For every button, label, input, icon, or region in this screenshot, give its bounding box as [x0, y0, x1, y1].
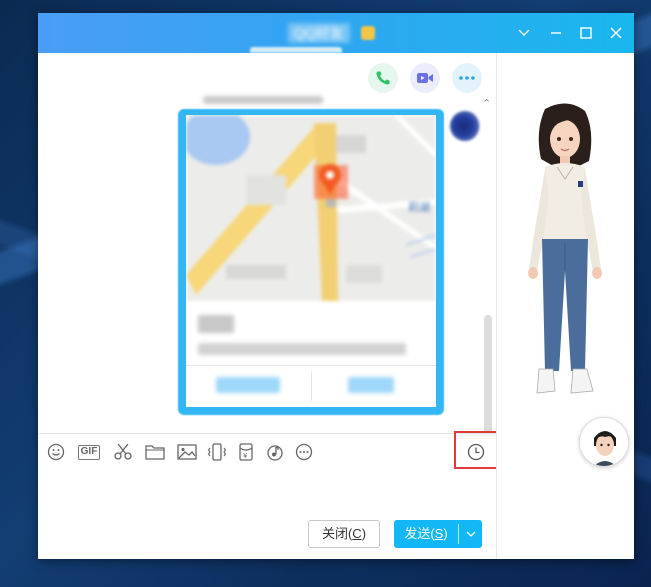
- more-actions-button[interactable]: [452, 63, 482, 93]
- video-icon: [417, 73, 433, 83]
- show-panel: [496, 53, 634, 559]
- gif-icon[interactable]: GIF: [76, 441, 102, 463]
- minimize-icon[interactable]: [546, 23, 566, 43]
- my-avatar[interactable]: [579, 417, 629, 467]
- maximize-icon[interactable]: [576, 23, 596, 43]
- red-packet-icon[interactable]: ¥: [236, 441, 256, 463]
- close-shortcut-key: C: [352, 526, 362, 541]
- watermark-text: 百度经验: [577, 531, 626, 545]
- send-label[interactable]: 发送(S): [394, 520, 458, 548]
- sender-avatar[interactable]: [450, 111, 480, 141]
- title-bar[interactable]: QQ好友: [38, 13, 634, 53]
- history-highlight-box: [454, 431, 499, 469]
- close-button[interactable]: 关闭(C): [308, 520, 380, 548]
- svg-text:¥: ¥: [243, 452, 248, 460]
- send-label-tail: ): [443, 526, 448, 541]
- close-icon[interactable]: [606, 23, 626, 43]
- card-button-divider: [311, 371, 312, 401]
- more-dots-icon: [459, 76, 475, 80]
- collapse-icon[interactable]: ⌃: [482, 97, 491, 110]
- folder-icon[interactable]: [144, 441, 166, 463]
- more-tools-icon[interactable]: [294, 441, 314, 463]
- close-label: 关闭(: [321, 526, 353, 541]
- emoji-icon[interactable]: [46, 441, 66, 463]
- watermark-logo-icon: [560, 530, 574, 545]
- close-label-tail: ): [361, 526, 367, 541]
- send-button[interactable]: 发送(S): [394, 520, 482, 548]
- place-name: [198, 315, 234, 333]
- online-status-icon: [361, 26, 375, 40]
- send-options-chevron-icon[interactable]: [459, 520, 482, 548]
- location-card[interactable]: 莉湖: [186, 115, 436, 407]
- chat-history[interactable]: ⌃ 莉湖: [38, 53, 496, 467]
- message-timestamp: [203, 96, 323, 104]
- send-label-text: 发送(: [404, 526, 435, 541]
- map-preview[interactable]: 莉湖: [186, 115, 436, 301]
- qq-show-character[interactable]: [515, 101, 615, 431]
- shake-icon[interactable]: [206, 441, 228, 463]
- scissors-icon[interactable]: [112, 441, 134, 463]
- gif-label: GIF: [77, 444, 101, 460]
- card-divider: [186, 365, 436, 366]
- minimize-list-icon[interactable]: [514, 23, 534, 43]
- music-icon[interactable]: [264, 441, 286, 463]
- video-call-button[interactable]: [410, 63, 440, 93]
- navigate-button[interactable]: [348, 377, 394, 393]
- phone-icon: [376, 71, 390, 85]
- input-toolbar: GIF ¥: [38, 433, 496, 469]
- voice-call-button[interactable]: [368, 63, 398, 93]
- contact-name: QQ好友: [288, 23, 350, 43]
- qq-chat-window: QQ好友 ⌃ 莉湖 GIF ¥ 关闭(C) 发送(S): [38, 13, 634, 559]
- watermark: 百度经验: [560, 529, 625, 546]
- map-label: 莉湖: [408, 201, 430, 214]
- view-location-button[interactable]: [216, 377, 280, 393]
- place-address: [198, 343, 406, 355]
- image-icon[interactable]: [176, 441, 198, 463]
